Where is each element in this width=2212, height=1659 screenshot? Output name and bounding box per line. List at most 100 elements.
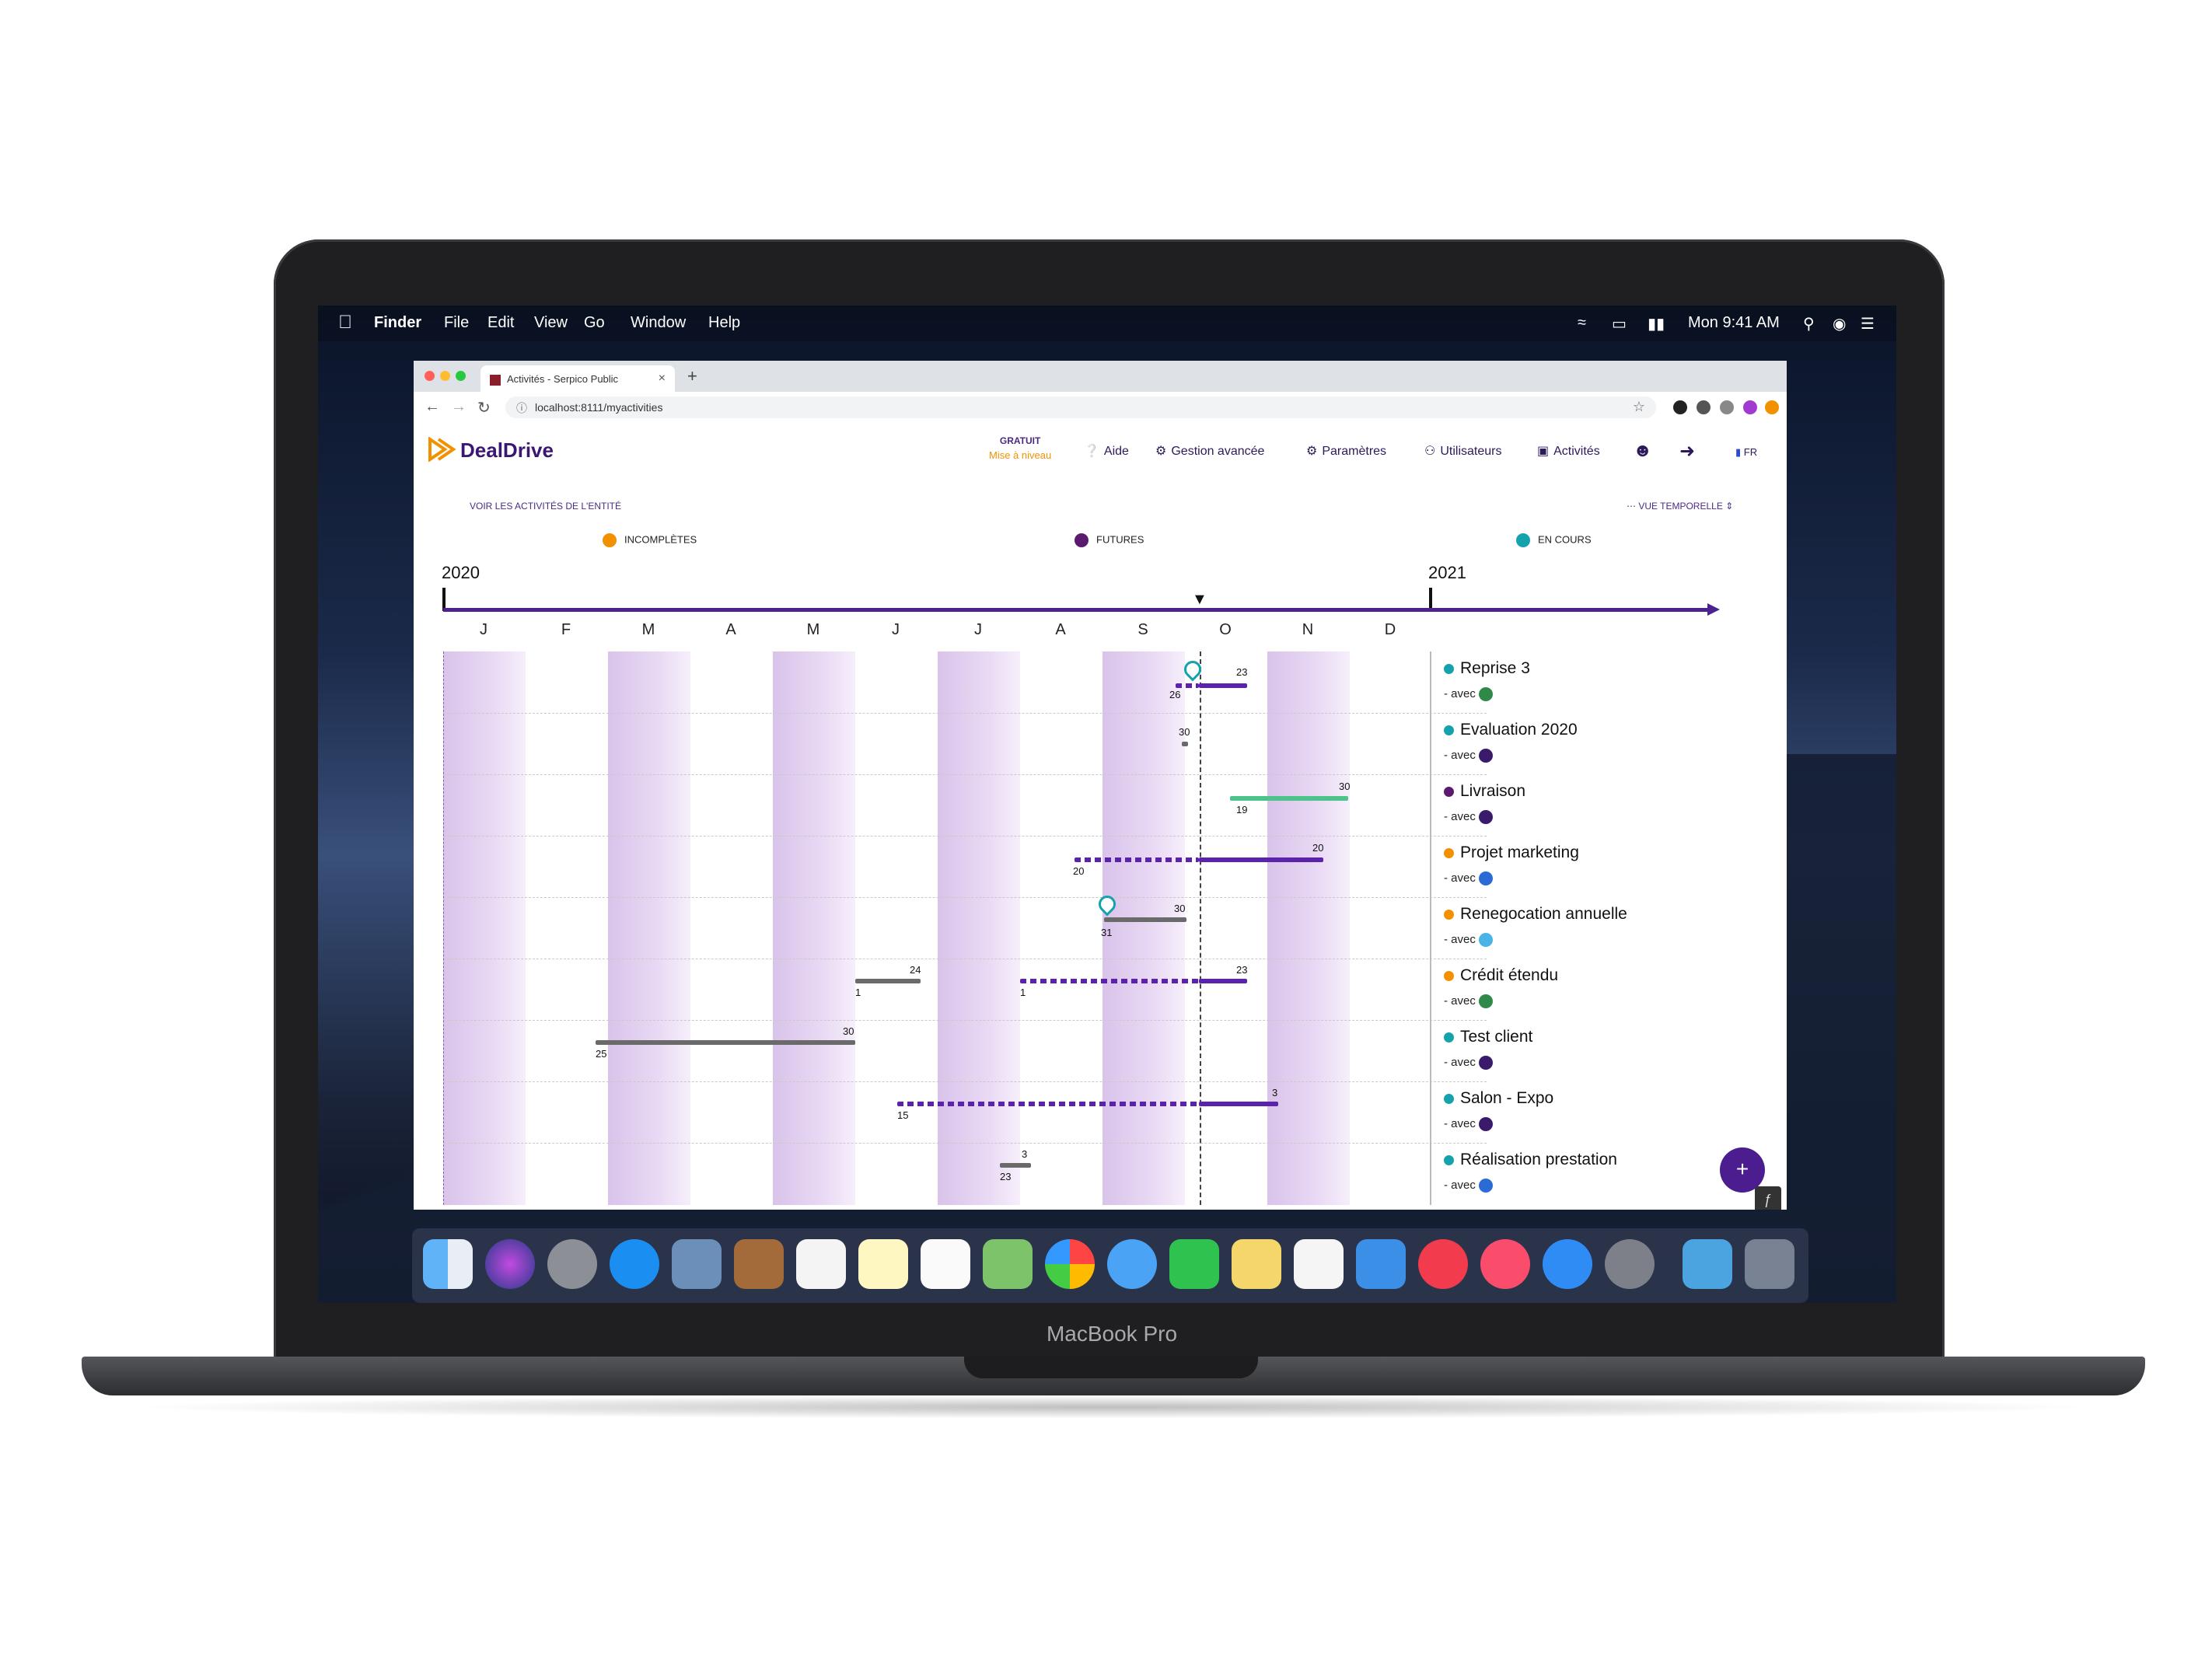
activity-name[interactable]: Projet marketing (1460, 843, 1579, 861)
close-window-icon[interactable] (425, 371, 435, 381)
activity-item[interactable]: Renegocation annuelle - avec (1444, 905, 1627, 948)
activity-bar[interactable] (1199, 1102, 1278, 1106)
activity-item[interactable]: Evaluation 2020 - avec (1444, 721, 1578, 763)
activity-item[interactable]: Livraison - avec (1444, 782, 1525, 825)
view-toggle[interactable]: ⋯ VUE TEMPORELLE ⇕ (1627, 501, 1733, 512)
activity-name[interactable]: Réalisation prestation (1460, 1151, 1617, 1168)
music-icon[interactable] (1480, 1239, 1530, 1289)
activity-item[interactable]: Crédit étendu - avec (1444, 966, 1558, 1009)
legend-futures[interactable]: FUTURES (1075, 533, 1144, 547)
activity-bar[interactable] (855, 979, 921, 983)
user-account-icon[interactable]: ☻ (1633, 440, 1652, 462)
profile-icon[interactable] (1743, 400, 1757, 414)
activity-bar-planned[interactable] (897, 1102, 1199, 1106)
nav-aide[interactable]: ❔ Aide (1084, 443, 1129, 459)
photos-icon[interactable] (1045, 1239, 1095, 1289)
keynote-icon[interactable] (1356, 1239, 1406, 1289)
update-icon[interactable] (1765, 400, 1779, 414)
menu-view[interactable]: View (534, 314, 568, 332)
activity-bar[interactable] (1230, 796, 1348, 801)
nav-activites[interactable]: ▣ Activités (1537, 443, 1600, 459)
legend-incompletes[interactable]: INCOMPLÈTES (603, 533, 697, 547)
notification-center-icon[interactable]: ☰ (1861, 314, 1875, 334)
trash-icon[interactable] (1745, 1239, 1794, 1289)
puzzle-icon[interactable] (1697, 400, 1711, 414)
contacts-icon[interactable] (734, 1239, 784, 1289)
minimize-window-icon[interactable] (440, 371, 450, 381)
activity-name[interactable]: Salon - Expo (1460, 1089, 1553, 1107)
airplay-icon[interactable]: ▭ (1612, 314, 1627, 334)
back-icon[interactable]: ← (425, 398, 440, 416)
activity-item[interactable]: Test client - avec (1444, 1028, 1532, 1070)
upgrade-link[interactable]: Mise à niveau (989, 449, 1051, 461)
nav-gestion-avancee[interactable]: ⚙ Gestion avancée (1155, 443, 1264, 459)
app-store-icon[interactable] (1543, 1239, 1592, 1289)
activity-name[interactable]: Crédit étendu (1460, 966, 1558, 984)
nav-parametres[interactable]: ⚙ Paramètres (1306, 443, 1386, 459)
activity-item[interactable]: Reprise 3 - avec (1444, 659, 1530, 702)
maximize-window-icon[interactable] (456, 371, 466, 381)
url-input[interactable]: ⓘ localhost:8111/myactivities ☆ (505, 396, 1656, 418)
plan-badge[interactable]: GRATUIT Mise à niveau (989, 435, 1051, 461)
maps-icon[interactable] (983, 1239, 1033, 1289)
forward-icon[interactable]: → (451, 398, 467, 416)
media-icon[interactable] (1720, 400, 1734, 414)
activity-bar-planned[interactable] (1075, 857, 1199, 862)
menu-edit[interactable]: Edit (487, 314, 514, 332)
calendar-icon[interactable] (796, 1239, 846, 1289)
language-selector[interactable]: ▮ FR (1735, 446, 1757, 459)
tab-close-icon[interactable]: × (659, 372, 666, 386)
activity-item[interactable]: Salon - Expo - avec (1444, 1089, 1553, 1132)
numbers-icon[interactable] (1294, 1239, 1344, 1289)
spotlight-icon[interactable]: ⚲ (1803, 314, 1815, 334)
news-icon[interactable] (1418, 1239, 1468, 1289)
finder-icon[interactable] (423, 1239, 473, 1289)
messages-icon[interactable] (1107, 1239, 1157, 1289)
menubar-clock[interactable]: Mon 9:41 AM (1688, 314, 1780, 332)
activity-bar[interactable] (1000, 1163, 1031, 1168)
info-icon[interactable]: ⓘ (516, 400, 527, 416)
battery-icon[interactable]: ▮▮ (1648, 314, 1665, 334)
apple-menu-icon[interactable]:  (338, 312, 352, 334)
activity-name[interactable]: Livraison (1460, 782, 1525, 800)
activity-bar[interactable] (1104, 917, 1186, 922)
browser-tab[interactable]: Activités - Serpico Public × (480, 365, 675, 392)
reminders-icon[interactable] (921, 1239, 970, 1289)
pages-icon[interactable] (1232, 1239, 1281, 1289)
wifi-icon[interactable]: ≈ (1578, 314, 1586, 332)
downloads-folder-icon[interactable] (1683, 1239, 1732, 1289)
activity-bar[interactable] (1199, 683, 1247, 688)
entity-activities-link[interactable]: VOIR LES ACTIVITÉS DE L'ENTITÉ (470, 501, 621, 512)
activity-name[interactable]: Evaluation 2020 (1460, 721, 1578, 739)
nav-utilisateurs[interactable]: ⚇ Utilisateurs (1424, 443, 1501, 459)
bookmark-star-icon[interactable]: ☆ (1633, 399, 1645, 415)
menu-window[interactable]: Window (631, 314, 686, 332)
new-tab-icon[interactable]: + (687, 366, 697, 386)
legend-en-cours[interactable]: EN COURS (1516, 533, 1592, 547)
activity-name[interactable]: Reprise 3 (1460, 659, 1530, 677)
symfony-toolbar-icon[interactable]: ƒ (1755, 1186, 1781, 1210)
activity-name[interactable]: Renegocation annuelle (1460, 905, 1627, 923)
activity-bar[interactable] (596, 1040, 855, 1045)
activity-bar-planned[interactable] (1176, 683, 1199, 688)
activity-item[interactable]: Projet marketing - avec (1444, 843, 1579, 886)
siri-icon[interactable] (485, 1239, 535, 1289)
notes-icon[interactable] (858, 1239, 908, 1289)
facetime-icon[interactable] (1169, 1239, 1219, 1289)
activity-name[interactable]: Test client (1460, 1028, 1532, 1046)
menu-help[interactable]: Help (708, 314, 740, 332)
siri-icon[interactable]: ◉ (1833, 314, 1846, 334)
activity-item[interactable]: Réalisation prestation - avec (1444, 1151, 1617, 1193)
menu-file[interactable]: File (444, 314, 469, 332)
activity-bar[interactable] (1199, 979, 1247, 983)
launchpad-icon[interactable] (547, 1239, 597, 1289)
activity-bar[interactable] (1199, 857, 1323, 862)
mail-icon[interactable] (672, 1239, 722, 1289)
logout-icon[interactable]: ➜ (1679, 440, 1695, 463)
system-preferences-icon[interactable] (1605, 1239, 1655, 1289)
menu-app-name[interactable]: Finder (374, 314, 421, 332)
extension-icon[interactable] (1673, 400, 1687, 414)
reload-icon[interactable]: ↻ (477, 398, 491, 417)
safari-icon[interactable] (610, 1239, 659, 1289)
menu-go[interactable]: Go (584, 314, 605, 332)
